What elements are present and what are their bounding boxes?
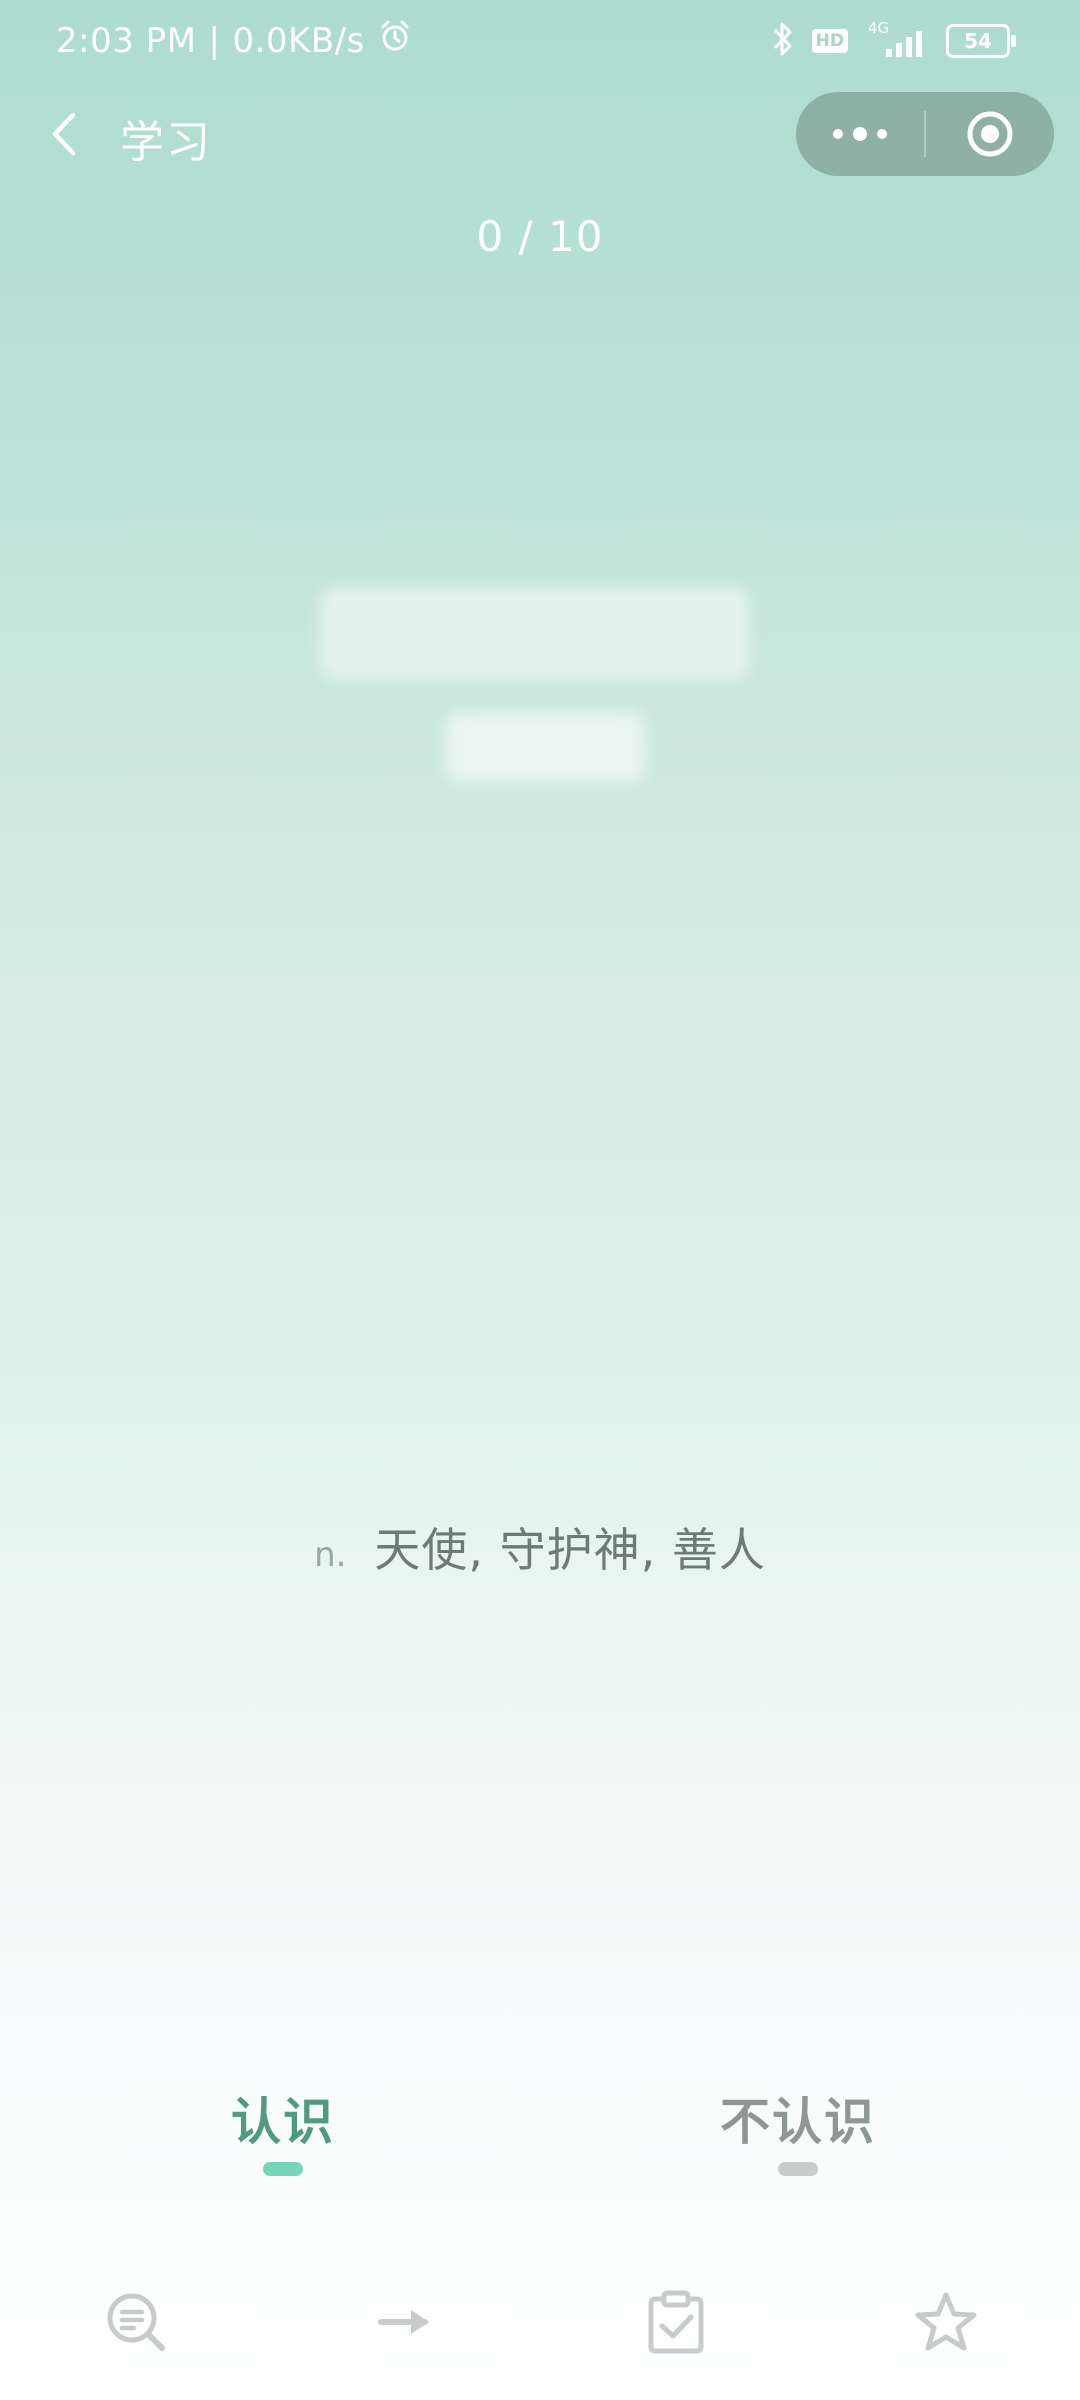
bluetooth-icon (770, 19, 796, 63)
mini-program-capsule (796, 92, 1054, 176)
more-dots-icon (833, 127, 887, 141)
definition: n. 天使, 守护神, 善人 (0, 1514, 1080, 1580)
back-button[interactable] (34, 104, 94, 164)
hidden-phonetic-blur[interactable] (445, 712, 645, 782)
status-separator: | (208, 20, 221, 61)
status-bar: 2:03 PM | 0.0KB/s HD 4G 54 (0, 0, 1080, 80)
clipboard-check-icon (648, 2290, 704, 2354)
definition-text: 天使, 守护神, 善人 (374, 1523, 766, 1577)
task-button[interactable] (636, 2282, 716, 2362)
close-button[interactable] (926, 92, 1054, 176)
more-button[interactable] (796, 92, 924, 176)
bottom-toolbar (0, 2272, 1080, 2372)
alarm-icon (377, 18, 413, 63)
know-button[interactable]: 认识 (163, 2082, 403, 2154)
hd-icon: HD (811, 29, 848, 53)
signal-icon: 4G (864, 19, 930, 61)
arrow-right-icon (378, 2310, 429, 2334)
dont-know-indicator (778, 2162, 818, 2176)
star-icon (915, 2292, 977, 2351)
part-of-speech: n. (314, 1535, 347, 1575)
target-circle-icon (967, 111, 1013, 157)
hidden-word-blur[interactable] (320, 588, 750, 680)
search-list-button[interactable] (96, 2282, 176, 2362)
status-time: 2:03 PM (56, 20, 197, 61)
status-left: 2:03 PM | 0.0KB/s (56, 18, 413, 63)
status-right: HD 4G 54 (770, 18, 1016, 64)
nav-bar: 学习 (0, 86, 1080, 182)
dont-know-button[interactable]: 不认识 (678, 2082, 918, 2154)
status-network-speed: 0.0KB/s (232, 20, 365, 61)
chevron-left-icon (52, 112, 76, 156)
search-list-icon (107, 2293, 165, 2351)
progress-counter: 0 / 10 (476, 212, 604, 261)
next-button[interactable] (366, 2282, 446, 2362)
favorite-button[interactable] (906, 2282, 986, 2362)
page-title: 学习 (120, 117, 212, 168)
battery-icon: 54 (946, 24, 1016, 58)
know-indicator (263, 2162, 303, 2176)
